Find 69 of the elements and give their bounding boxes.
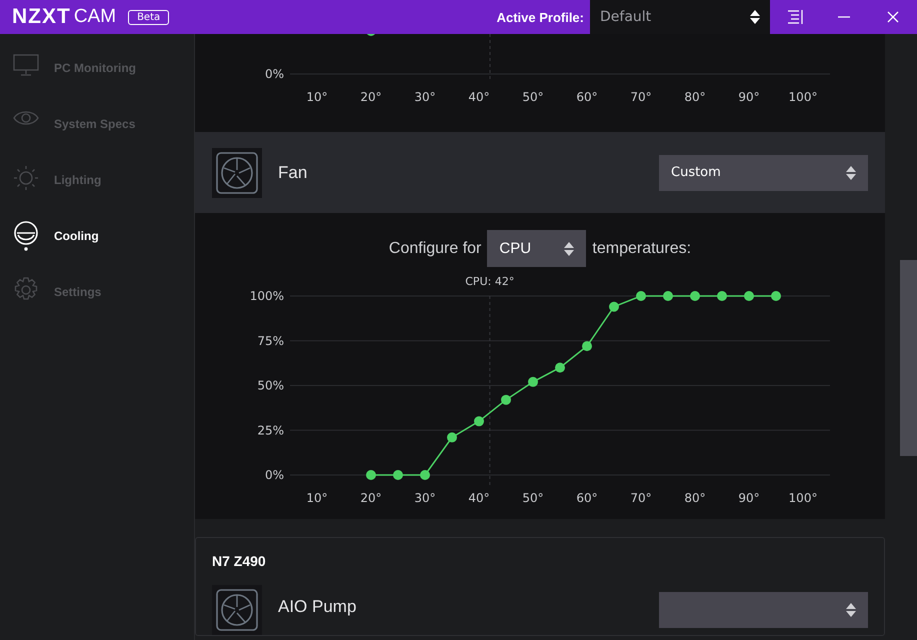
curve-point[interactable] (366, 470, 376, 480)
y-axis-label: 75% (257, 334, 284, 348)
menu-icon (786, 10, 802, 24)
channel-name: Fan (278, 162, 308, 182)
x-axis-label: 100° (788, 491, 818, 505)
fan-icon (212, 148, 262, 198)
curve-point[interactable] (528, 376, 538, 387)
curve-point[interactable] (474, 416, 484, 426)
curve-point[interactable] (744, 291, 754, 301)
x-axis-label: 10° (306, 491, 328, 505)
mode-dropdown[interactable]: Custom (659, 154, 868, 190)
x-axis-label: 60° (576, 90, 598, 104)
x-axis-label: 20° (360, 90, 382, 104)
beta-badge: Beta (128, 10, 170, 24)
x-axis-label: 90° (738, 491, 760, 505)
curve-point[interactable] (420, 470, 430, 480)
minimize-icon (838, 16, 850, 18)
temperature-marker-label: CPU: 42° (465, 275, 514, 288)
up-down-caret-icon (846, 164, 856, 180)
y-axis-label: 0% (264, 468, 284, 482)
sun-icon (13, 165, 39, 191)
profile-dropdown[interactable]: Default (590, 0, 770, 34)
curve-point[interactable] (555, 362, 565, 373)
y-axis-label: 50% (257, 378, 284, 392)
curve-point[interactable] (501, 394, 511, 405)
x-axis-label: 30° (414, 491, 436, 505)
x-axis-label: 80° (684, 491, 706, 505)
y-axis-label: 0% (264, 67, 284, 81)
configure-label: temperatures: (592, 240, 692, 258)
eye-icon (13, 109, 39, 127)
brand-logo: NZXT (12, 5, 71, 29)
scrollbar-thumb[interactable] (900, 260, 917, 456)
x-axis-label: 80° (684, 90, 706, 104)
x-axis-label: 50° (522, 90, 544, 104)
monitor-icon (13, 53, 39, 77)
x-axis-label: 40° (468, 90, 490, 104)
device-name: N7 Z490 (212, 553, 267, 569)
product-name: CAM (74, 6, 116, 28)
cooling-icon (13, 221, 39, 251)
curve-point[interactable] (582, 341, 592, 352)
source-dropdown[interactable]: CPU (487, 230, 586, 267)
x-axis-label: 100° (788, 90, 818, 104)
x-axis-label: 90° (738, 90, 760, 104)
curve-point[interactable] (636, 291, 646, 301)
x-axis-label: 30° (414, 90, 436, 104)
x-axis-label: 40° (468, 491, 490, 505)
curve-point[interactable] (690, 291, 700, 301)
x-axis-label: 70° (630, 90, 652, 104)
curve-point[interactable] (663, 291, 673, 301)
curve-point[interactable] (609, 302, 619, 312)
profile-label: Active Profile: (496, 10, 584, 24)
y-axis-label: 100% (250, 289, 284, 303)
x-axis-label: 20° (360, 491, 382, 505)
close-icon (886, 11, 898, 23)
configure-label: Configure for (388, 240, 482, 258)
channel-name: AIO Pump (278, 597, 356, 617)
curve-point[interactable] (393, 470, 403, 480)
x-axis-label: 10° (306, 90, 328, 104)
up-down-caret-icon (750, 9, 760, 25)
x-axis-label: 60° (576, 491, 598, 505)
curve-point[interactable] (771, 291, 781, 301)
curve-point[interactable] (447, 432, 457, 442)
y-axis-label: 25% (257, 423, 284, 438)
curve-point[interactable] (717, 291, 727, 301)
x-axis-label: 50° (522, 491, 544, 505)
sidebar-item[interactable]: Cooling (0, 221, 194, 277)
up-down-caret-icon (564, 240, 574, 256)
up-down-caret-icon (846, 602, 856, 618)
x-axis-label: 70° (630, 491, 652, 505)
